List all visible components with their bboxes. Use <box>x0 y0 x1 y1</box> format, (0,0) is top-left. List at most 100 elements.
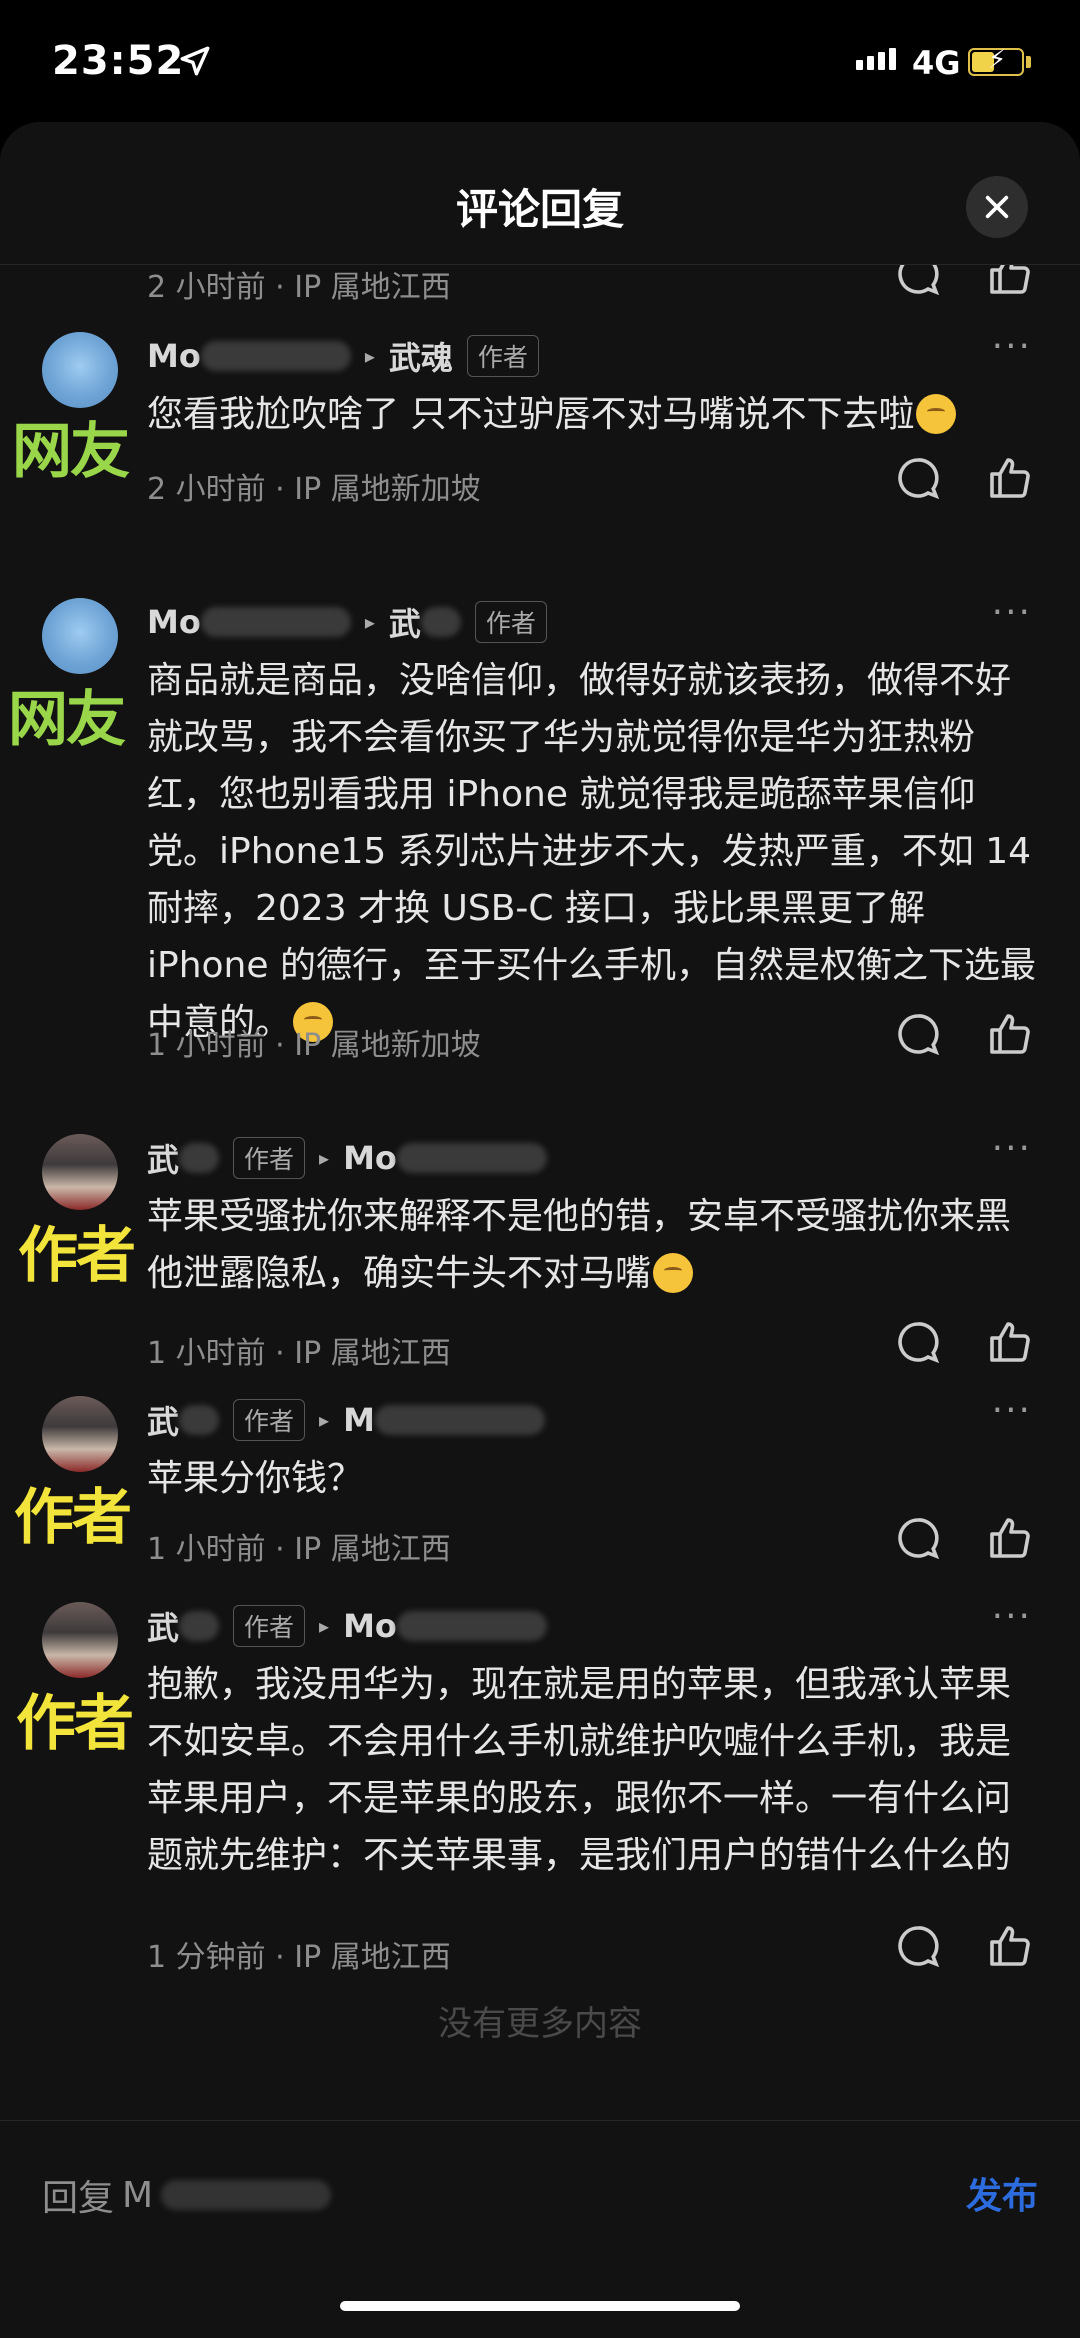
sheet-title: 评论回复 <box>455 185 624 234</box>
reply-prefix: 回复 <box>42 2178 115 2219</box>
blurred-name <box>200 341 351 371</box>
reply-target[interactable]: Mo <box>343 1607 397 1645</box>
reply-target[interactable]: 武 <box>389 599 421 645</box>
more-icon[interactable]: ··· <box>992 1128 1032 1169</box>
comment-user[interactable]: 武 <box>147 1603 179 1649</box>
comment-meta: 武 作者 ▸ Mo <box>147 1136 547 1180</box>
blurred-name <box>179 1611 220 1641</box>
avatar[interactable] <box>42 1396 118 1472</box>
comment-partial: 2 小时前 · IP 属地江西 <box>0 254 1080 324</box>
like-icon[interactable] <box>986 454 1034 502</box>
reply-arrow-icon: ▸ <box>364 610 375 634</box>
comment-user[interactable]: Mo <box>147 603 201 641</box>
avatar[interactable] <box>42 1602 118 1678</box>
comment-item: 作者 武 作者 ▸ Mo ··· 抱歉，我没用华为，现在就是用的苹果，但我承认苹… <box>0 1596 1080 1982</box>
reply-user: M <box>122 2174 154 2216</box>
reply-input[interactable]: 回复 M <box>42 2169 332 2221</box>
status-bar: 23:52 4G ⚡ <box>0 0 1080 130</box>
home-indicator[interactable] <box>340 2301 740 2311</box>
comment-icon[interactable] <box>894 1010 942 1058</box>
comment-time: 1 小时前 · IP 属地江西 <box>147 1532 451 1567</box>
no-more-content: 没有更多内容 <box>438 2004 642 2044</box>
comment-text[interactable]: 苹果分你钱？ <box>147 1450 1037 1507</box>
comment-text-value: 商品就是商品，没啥信仰，做得好就该表扬，做得不好就改骂，我不会看你买了华为就觉得… <box>147 660 1036 1043</box>
avatar[interactable] <box>42 332 118 408</box>
author-tag: 作者 <box>474 601 547 643</box>
reply-arrow-icon: ▸ <box>319 1146 330 1170</box>
blurred-name <box>179 1143 220 1173</box>
reply-arrow-icon: ▸ <box>319 1614 330 1638</box>
close-button[interactable] <box>966 176 1028 238</box>
comment-item: 网友 Mo ▸ 武 作者 ··· 商品就是商品，没啥信仰，做得好就该表扬，做得不… <box>0 592 1080 1063</box>
reply-arrow-icon: ▸ <box>364 344 375 368</box>
emoji-icon <box>653 1253 694 1293</box>
location-arrow-icon <box>180 46 210 76</box>
more-icon[interactable]: ··· <box>992 1596 1032 1637</box>
author-sticker: 作者 <box>14 1483 132 1553</box>
more-icon[interactable]: ··· <box>992 326 1032 367</box>
avatar[interactable] <box>42 598 118 674</box>
blurred-name <box>396 1611 547 1641</box>
author-tag: 作者 <box>233 1137 306 1179</box>
comment-time: 1 分钟前 · IP 属地江西 <box>147 1940 451 1975</box>
reply-target[interactable]: 武魂 <box>389 333 453 379</box>
comment-user[interactable]: 武 <box>147 1397 179 1443</box>
comment-icon[interactable] <box>894 1514 942 1562</box>
battery-icon: ⚡ <box>968 47 1024 76</box>
like-icon[interactable] <box>986 1514 1034 1562</box>
comment-meta: Mo ▸ 武魂 作者 <box>147 334 539 378</box>
comment-icon[interactable] <box>894 1922 942 1970</box>
blurred-name <box>420 607 461 637</box>
publish-button[interactable]: 发布 <box>966 2167 1038 2219</box>
comment-icon[interactable] <box>894 454 942 502</box>
blurred-name <box>179 1405 220 1435</box>
more-icon[interactable]: ··· <box>992 1390 1032 1431</box>
comment-meta: Mo ▸ 武 作者 <box>147 600 547 644</box>
like-icon[interactable] <box>986 1318 1034 1366</box>
avatar[interactable] <box>42 1134 118 1210</box>
author-sticker: 作者 <box>16 1689 134 1759</box>
comment-icon[interactable] <box>894 1318 942 1366</box>
reply-target[interactable]: Mo <box>343 1139 397 1177</box>
author-tag: 作者 <box>233 1605 306 1647</box>
comment-text-value: 苹果分你钱？ <box>147 1458 364 1499</box>
signal-icon <box>856 48 896 70</box>
comment-user[interactable]: 武 <box>147 1135 179 1181</box>
network-type: 4G <box>912 44 961 82</box>
battery-cap <box>1026 56 1031 68</box>
blurred-name <box>200 607 351 637</box>
comment-meta: 武 作者 ▸ M <box>147 1398 545 1442</box>
comment-time: 1 小时前 · IP 属地江西 <box>147 1336 451 1371</box>
emoji-icon <box>916 394 957 434</box>
comment-user[interactable]: Mo <box>147 337 201 375</box>
comment-item: 作者 武 作者 ▸ Mo ··· 苹果受骚扰你来解释不是他的错，安卓不受骚扰你来… <box>0 1128 1080 1384</box>
reply-arrow-icon: ▸ <box>319 1408 330 1432</box>
status-time: 23:52 <box>52 38 185 84</box>
author-tag: 作者 <box>233 1399 306 1441</box>
like-icon[interactable] <box>986 1922 1034 1970</box>
comment-text-value: 您看我尬吹啥了 只不过驴唇不对马嘴说不下去啦 <box>147 394 915 435</box>
comment-text[interactable]: 您看我尬吹啥了 只不过驴唇不对马嘴说不下去啦 <box>147 386 1037 443</box>
reply-target[interactable]: M <box>343 1401 375 1439</box>
more-icon[interactable]: ··· <box>992 592 1032 633</box>
author-tag: 作者 <box>466 335 539 377</box>
author-sticker: 作者 <box>18 1221 136 1291</box>
blurred-name <box>161 2180 332 2210</box>
comment-meta: 武 作者 ▸ Mo <box>147 1604 547 1648</box>
comment-text[interactable]: 苹果受骚扰你来解释不是他的错，安卓不受骚扰你来黑他泄露隐私，确实牛头不对马嘴 <box>147 1188 1037 1302</box>
like-icon[interactable] <box>986 1010 1034 1058</box>
blurred-name <box>374 1405 545 1435</box>
comment-text[interactable]: 抱歉，我没用华为，现在就是用的苹果，但我承认苹果不如安卓。不会用什么手机就维护吹… <box>147 1656 1037 1884</box>
comment-time: 1 小时前 · IP 属地新加坡 <box>147 1028 481 1063</box>
comment-text-value: 苹果受骚扰你来解释不是他的错，安卓不受骚扰你来黑他泄露隐私，确实牛头不对马嘴 <box>147 1196 1012 1294</box>
comment-time: 2 小时前 · IP 属地江西 <box>147 270 451 305</box>
comment-time: 2 小时前 · IP 属地新加坡 <box>147 472 481 507</box>
reply-sheet: 评论回复 2 小时前 · IP 属地江西 网友 Mo ▸ 武魂 作者 ··· 您… <box>0 122 1080 2337</box>
fan-sticker: 网友 <box>8 685 126 755</box>
sheet-header: 评论回复 <box>0 122 1080 265</box>
blurred-name <box>396 1143 547 1173</box>
close-icon <box>985 195 1009 219</box>
fan-sticker: 网友 <box>12 417 130 487</box>
comment-text[interactable]: 商品就是商品，没啥信仰，做得好就该表扬，做得不好就改骂，我不会看你买了华为就觉得… <box>147 652 1037 1051</box>
reply-bar: 回复 M 发布 <box>0 2120 1080 2338</box>
